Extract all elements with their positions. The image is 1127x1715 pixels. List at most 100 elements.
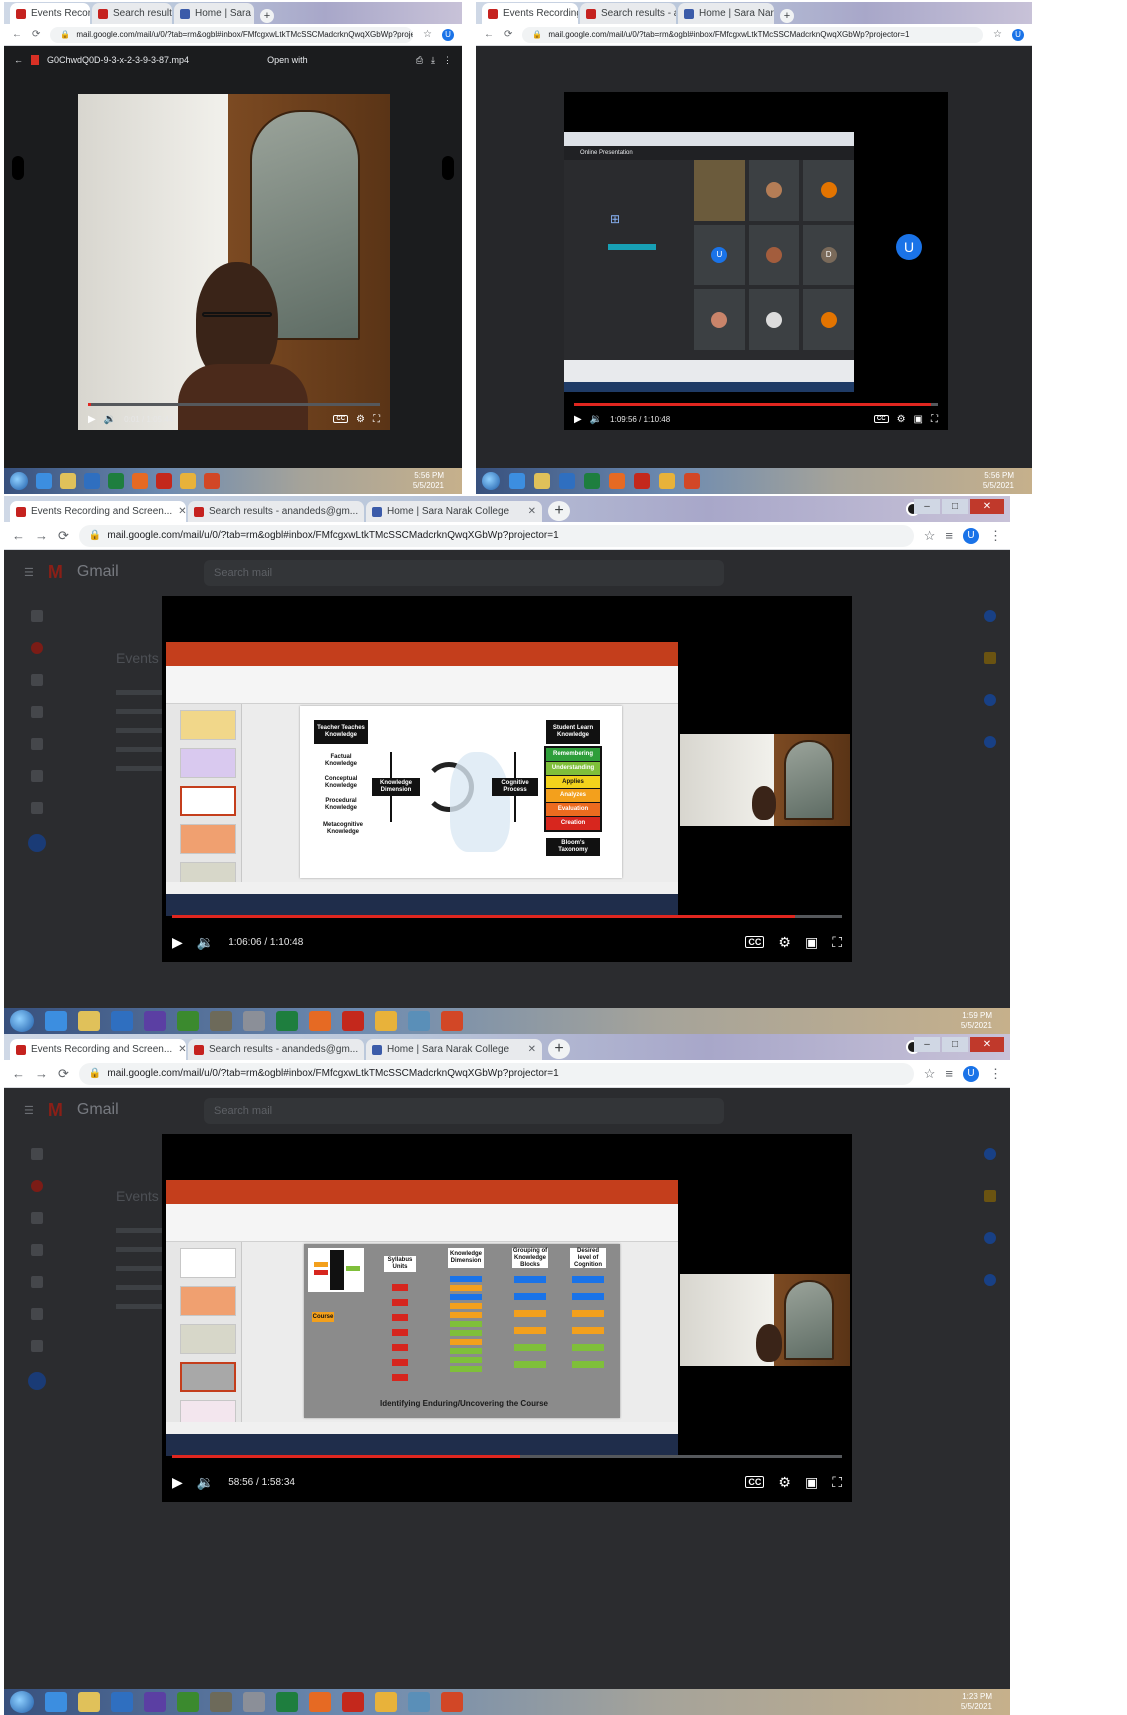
profile-avatar[interactable]: U [442,28,454,41]
gmail-search-input[interactable]: Search mail [204,1098,724,1124]
miniplayer-icon[interactable]: ▣ [805,1474,818,1491]
inbox-icon[interactable] [31,1180,43,1192]
profile-avatar[interactable]: U [963,1065,979,1082]
captions-icon[interactable]: CC [745,936,765,948]
tab-college-home[interactable]: Home | Sara Narak College [678,3,774,24]
fullscreen-icon[interactable]: ⛶ [832,934,842,951]
back-icon[interactable]: ← [12,29,22,40]
start-button-icon[interactable] [10,1010,34,1032]
slide-thumbnail[interactable] [180,1286,236,1316]
files-icon[interactable] [408,1011,430,1031]
powerpoint-icon[interactable] [441,1692,463,1712]
play-icon[interactable]: ▶ [172,1474,183,1491]
minimize-button[interactable]: – [914,499,940,514]
contacts-icon[interactable] [984,1274,996,1286]
print-icon[interactable]: ⎙ [416,55,423,66]
close-tab-icon[interactable]: ✕ [522,506,536,517]
tools-icon[interactable] [210,1011,232,1031]
pdf-icon[interactable] [156,473,172,489]
pdf-icon[interactable] [342,1692,364,1712]
url-field[interactable]: 🔒 mail.google.com/mail/u/0/?tab=rm&ogbl#i… [50,26,414,43]
tab-college-home[interactable]: Home | Sara Narak College ✕ [366,501,542,522]
download-icon[interactable]: ⤓ [431,55,435,66]
firefox-icon[interactable] [309,1011,331,1031]
prev-arrow-icon[interactable] [12,156,24,180]
tab-search-results[interactable]: Search results - anandeds@gm... [580,3,676,24]
chart-app-icon[interactable] [177,1692,199,1712]
open-with-button[interactable]: Open with [267,55,308,65]
video-progress-bar[interactable] [88,403,380,406]
slide-thumbnail[interactable] [180,710,236,740]
video-progress-bar[interactable] [574,403,938,406]
tab-events-recording[interactable]: Events Recording and Screen... [10,3,90,24]
video-progress-bar[interactable] [172,1455,842,1458]
snoozed-icon[interactable] [31,1244,43,1256]
miniplayer-icon[interactable]: ▣ [805,934,818,951]
play-icon[interactable]: ▶ [88,414,96,425]
video-icon[interactable] [144,1011,166,1031]
video-player[interactable]: Syllabus Units Knowledge Dimension Group… [162,1134,852,1502]
fullscreen-icon[interactable]: ⛶ [832,1474,842,1491]
video-progress-bar[interactable] [172,915,842,918]
slide-thumbnail[interactable] [180,1362,236,1392]
calendar-icon[interactable] [984,610,996,622]
start-button-icon[interactable] [10,1691,34,1713]
chart-app-icon[interactable] [177,1011,199,1031]
excel-icon[interactable] [276,1011,298,1031]
close-tab-icon[interactable]: ✕ [358,506,364,517]
back-icon[interactable]: ← [12,528,25,543]
tasks-icon[interactable] [984,1232,996,1244]
gmail-search-input[interactable]: Search mail [204,560,724,586]
reload-icon[interactable]: ⟳ [58,1066,69,1082]
powerpoint-icon[interactable] [684,473,700,489]
star-icon[interactable]: ☆ [423,29,432,40]
explorer-icon[interactable] [78,1011,100,1031]
media-icon[interactable] [111,1692,133,1712]
tasks-icon[interactable] [984,694,996,706]
slide-thumbnail[interactable] [180,1248,236,1278]
profile-avatar[interactable]: U [963,527,979,544]
slide-thumbnail[interactable] [180,1324,236,1354]
explorer-icon[interactable] [534,473,550,489]
close-window-button[interactable]: ✕ [970,499,1004,514]
excel-icon[interactable] [584,473,600,489]
sent-icon[interactable] [31,1276,43,1288]
back-icon[interactable]: ← [12,1066,25,1081]
starred-icon[interactable] [31,674,43,686]
close-window-button[interactable]: ✕ [970,1037,1004,1052]
more-icon[interactable] [31,1340,43,1352]
captions-icon[interactable]: CC [745,1476,765,1488]
firefox-icon[interactable] [609,473,625,489]
reload-icon[interactable]: ⟳ [32,29,40,40]
contacts-icon[interactable] [984,736,996,748]
ie-icon[interactable] [36,473,52,489]
play-icon[interactable]: ▶ [172,934,183,951]
volume-icon[interactable]: 🔉 [197,1474,214,1491]
chrome-icon[interactable] [180,473,196,489]
profile-avatar[interactable]: U [1012,28,1024,41]
tab-search-results[interactable]: Search results - anandeds@gm... [92,3,172,24]
hamburger-icon[interactable]: ☰ [24,566,34,579]
settings-icon[interactable]: ⚙ [897,414,906,425]
excel-icon[interactable] [108,473,124,489]
video-player[interactable]: ▶ 🔉 0:01 / 1:05:44 CC ⚙ ⛶ [78,94,390,430]
close-tab-icon[interactable]: ✕ [172,1044,186,1055]
menu-icon[interactable]: ⋮ [989,528,1002,544]
star-icon[interactable]: ☆ [924,1066,936,1082]
new-tab-button[interactable]: + [548,501,570,521]
star-icon[interactable]: ☆ [924,528,936,544]
captions-icon[interactable]: CC [873,415,889,423]
meet-icon[interactable] [28,1372,46,1390]
maximize-button[interactable]: □ [942,1037,968,1052]
slide-thumbnail[interactable] [180,786,236,816]
media-icon[interactable] [111,1011,133,1031]
firefox-icon[interactable] [132,473,148,489]
new-tab-button[interactable]: + [548,1039,570,1059]
tab-events-recording[interactable]: Events Recording and Screen... ✕ [10,501,186,522]
close-tab-icon[interactable]: ✕ [522,1044,536,1055]
play-icon[interactable]: ▶ [574,414,582,425]
hamburger-icon[interactable]: ☰ [24,1104,34,1117]
settings-icon[interactable]: ⚙ [778,1474,791,1491]
drafts-icon[interactable] [31,770,43,782]
compose-icon[interactable] [31,1148,43,1160]
